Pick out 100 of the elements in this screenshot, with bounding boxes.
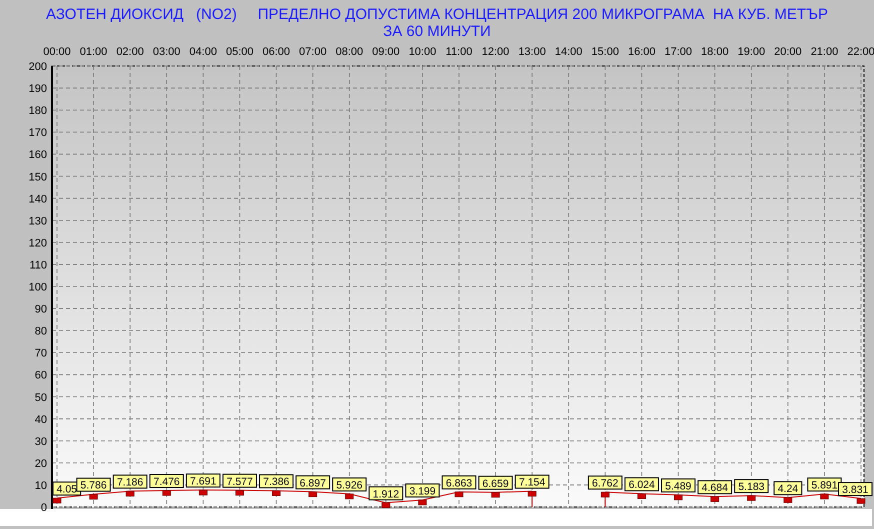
- data-point-marker: [856, 498, 866, 504]
- y-tick-label: 190: [28, 83, 47, 96]
- y-tick-label: 40: [34, 414, 47, 426]
- x-tick-label: 03:00: [152, 46, 180, 58]
- data-label: 7.154: [514, 474, 550, 489]
- y-tick-label: 110: [29, 259, 47, 272]
- data-point-marker: [710, 496, 720, 502]
- data-point-marker: [308, 492, 318, 498]
- data-point-marker: [382, 502, 390, 508]
- chart-title: ЗА 60 МИНУТИ: [383, 23, 491, 40]
- data-label: 7.691: [186, 474, 220, 488]
- data-label: 7.186: [116, 476, 144, 489]
- y-tick-label: 160: [28, 149, 47, 162]
- data-point-marker: [198, 490, 208, 496]
- data-point-marker: [89, 494, 98, 500]
- y-tick-label: 0: [40, 502, 47, 514]
- data-point-marker: [528, 490, 536, 496]
- x-tick-label: 05:00: [226, 46, 254, 58]
- x-tick-label: 00:00: [43, 46, 71, 58]
- x-tick-label: 07:00: [299, 46, 327, 58]
- data-label: 7.691: [190, 476, 216, 488]
- data-point-marker: [52, 498, 62, 504]
- x-tick-label: 14:00: [554, 46, 582, 58]
- y-tick-label: 20: [34, 458, 47, 470]
- y-tick-label: 120: [28, 237, 47, 250]
- data-label: 6.024: [628, 479, 656, 492]
- data-point-marker: [345, 494, 354, 500]
- data-point-marker: [235, 490, 244, 496]
- x-tick-label: 02:00: [116, 46, 144, 58]
- data-point-marker: [784, 497, 792, 503]
- data-point-marker: [674, 494, 683, 500]
- data-label: 6.863: [442, 475, 476, 490]
- data-label: 7.186: [112, 474, 148, 489]
- data-label: 4.24: [778, 483, 798, 496]
- x-tick-label: 08:00: [336, 46, 364, 58]
- data-label: 4.05: [56, 484, 78, 496]
- data-label: 6.762: [592, 478, 618, 490]
- data-label: 5.926: [336, 479, 363, 492]
- data-point-marker: [454, 492, 464, 498]
- data-label: 6.024: [624, 477, 659, 492]
- data-label: 3.831: [842, 484, 869, 496]
- data-point-marker: [126, 490, 134, 496]
- y-tick-label: 200: [28, 61, 47, 73]
- x-tick-label: 04:00: [189, 46, 217, 58]
- data-label: 1.912: [372, 488, 400, 500]
- data-label: 7.577: [222, 474, 257, 488]
- data-point-marker: [418, 500, 427, 506]
- data-label: 1.912: [368, 486, 404, 500]
- x-tick-label: 20:00: [774, 46, 802, 58]
- y-tick-label: 70: [34, 348, 47, 360]
- data-point-marker: [162, 490, 171, 496]
- data-label: 6.897: [300, 477, 326, 490]
- data-label: 6.762: [588, 476, 622, 490]
- data-label: 7.386: [263, 476, 290, 488]
- x-tick-label: 22:00: [847, 46, 874, 58]
- y-tick-label: 100: [28, 282, 47, 294]
- data-label: 6.659: [482, 478, 509, 490]
- data-label: 3.831: [838, 482, 872, 496]
- data-label: 4.05: [52, 482, 82, 496]
- data-label: 5.183: [734, 479, 769, 494]
- data-label: 3.199: [409, 485, 436, 498]
- data-label: 5.891: [807, 478, 842, 492]
- data-label: 7.476: [153, 476, 180, 488]
- data-label: 6.897: [296, 475, 330, 490]
- data-label: 5.183: [738, 481, 765, 494]
- data-label: 5.786: [80, 480, 107, 492]
- data-point-marker: [820, 494, 829, 500]
- x-tick-label: 19:00: [738, 46, 766, 58]
- data-label: 5.489: [665, 480, 692, 492]
- x-tick-label: 16:00: [628, 46, 656, 58]
- y-tick-label: 50: [34, 392, 47, 404]
- y-tick-label: 180: [28, 105, 47, 118]
- data-label: 5.489: [661, 478, 696, 492]
- y-tick-label: 80: [34, 326, 47, 338]
- data-label: 6.659: [478, 476, 513, 490]
- x-tick-label: 11:00: [446, 46, 472, 58]
- y-tick-label: 130: [28, 215, 47, 228]
- data-label: 5.786: [76, 478, 111, 492]
- x-tick-label: 06:00: [262, 46, 290, 58]
- data-label: 7.577: [226, 476, 254, 488]
- data-label: 7.476: [149, 474, 184, 488]
- data-label: 4.684: [702, 482, 728, 494]
- x-tick-label: 10:00: [408, 46, 436, 58]
- data-point-marker: [637, 493, 646, 499]
- data-label: 5.891: [811, 480, 838, 492]
- x-tick-label: 21:00: [810, 46, 838, 58]
- y-tick-label: 60: [34, 370, 47, 382]
- data-point-marker: [747, 495, 756, 501]
- chart-title: АЗОТЕН ДИОКСИД (NO2) ПРЕДЕЛНО ДОПУСТИМА КОНЦЕНТРАЦИЯ 200 МИКРОГРАМА НА КУБ. МЕТЪР: [46, 6, 828, 23]
- x-tick-label: 18:00: [701, 46, 729, 58]
- x-tick-label: 17:00: [664, 46, 692, 58]
- data-point-marker: [491, 492, 500, 498]
- x-tick-label: 01:00: [80, 46, 108, 58]
- x-tick-label: 13:00: [518, 46, 546, 58]
- data-label: 7.154: [518, 476, 546, 489]
- y-tick-label: 140: [28, 193, 47, 206]
- data-label: 6.863: [446, 477, 472, 490]
- data-label: 4.24: [774, 481, 802, 496]
- x-tick-label: 15:00: [591, 46, 619, 58]
- data-point-marker: [272, 490, 281, 496]
